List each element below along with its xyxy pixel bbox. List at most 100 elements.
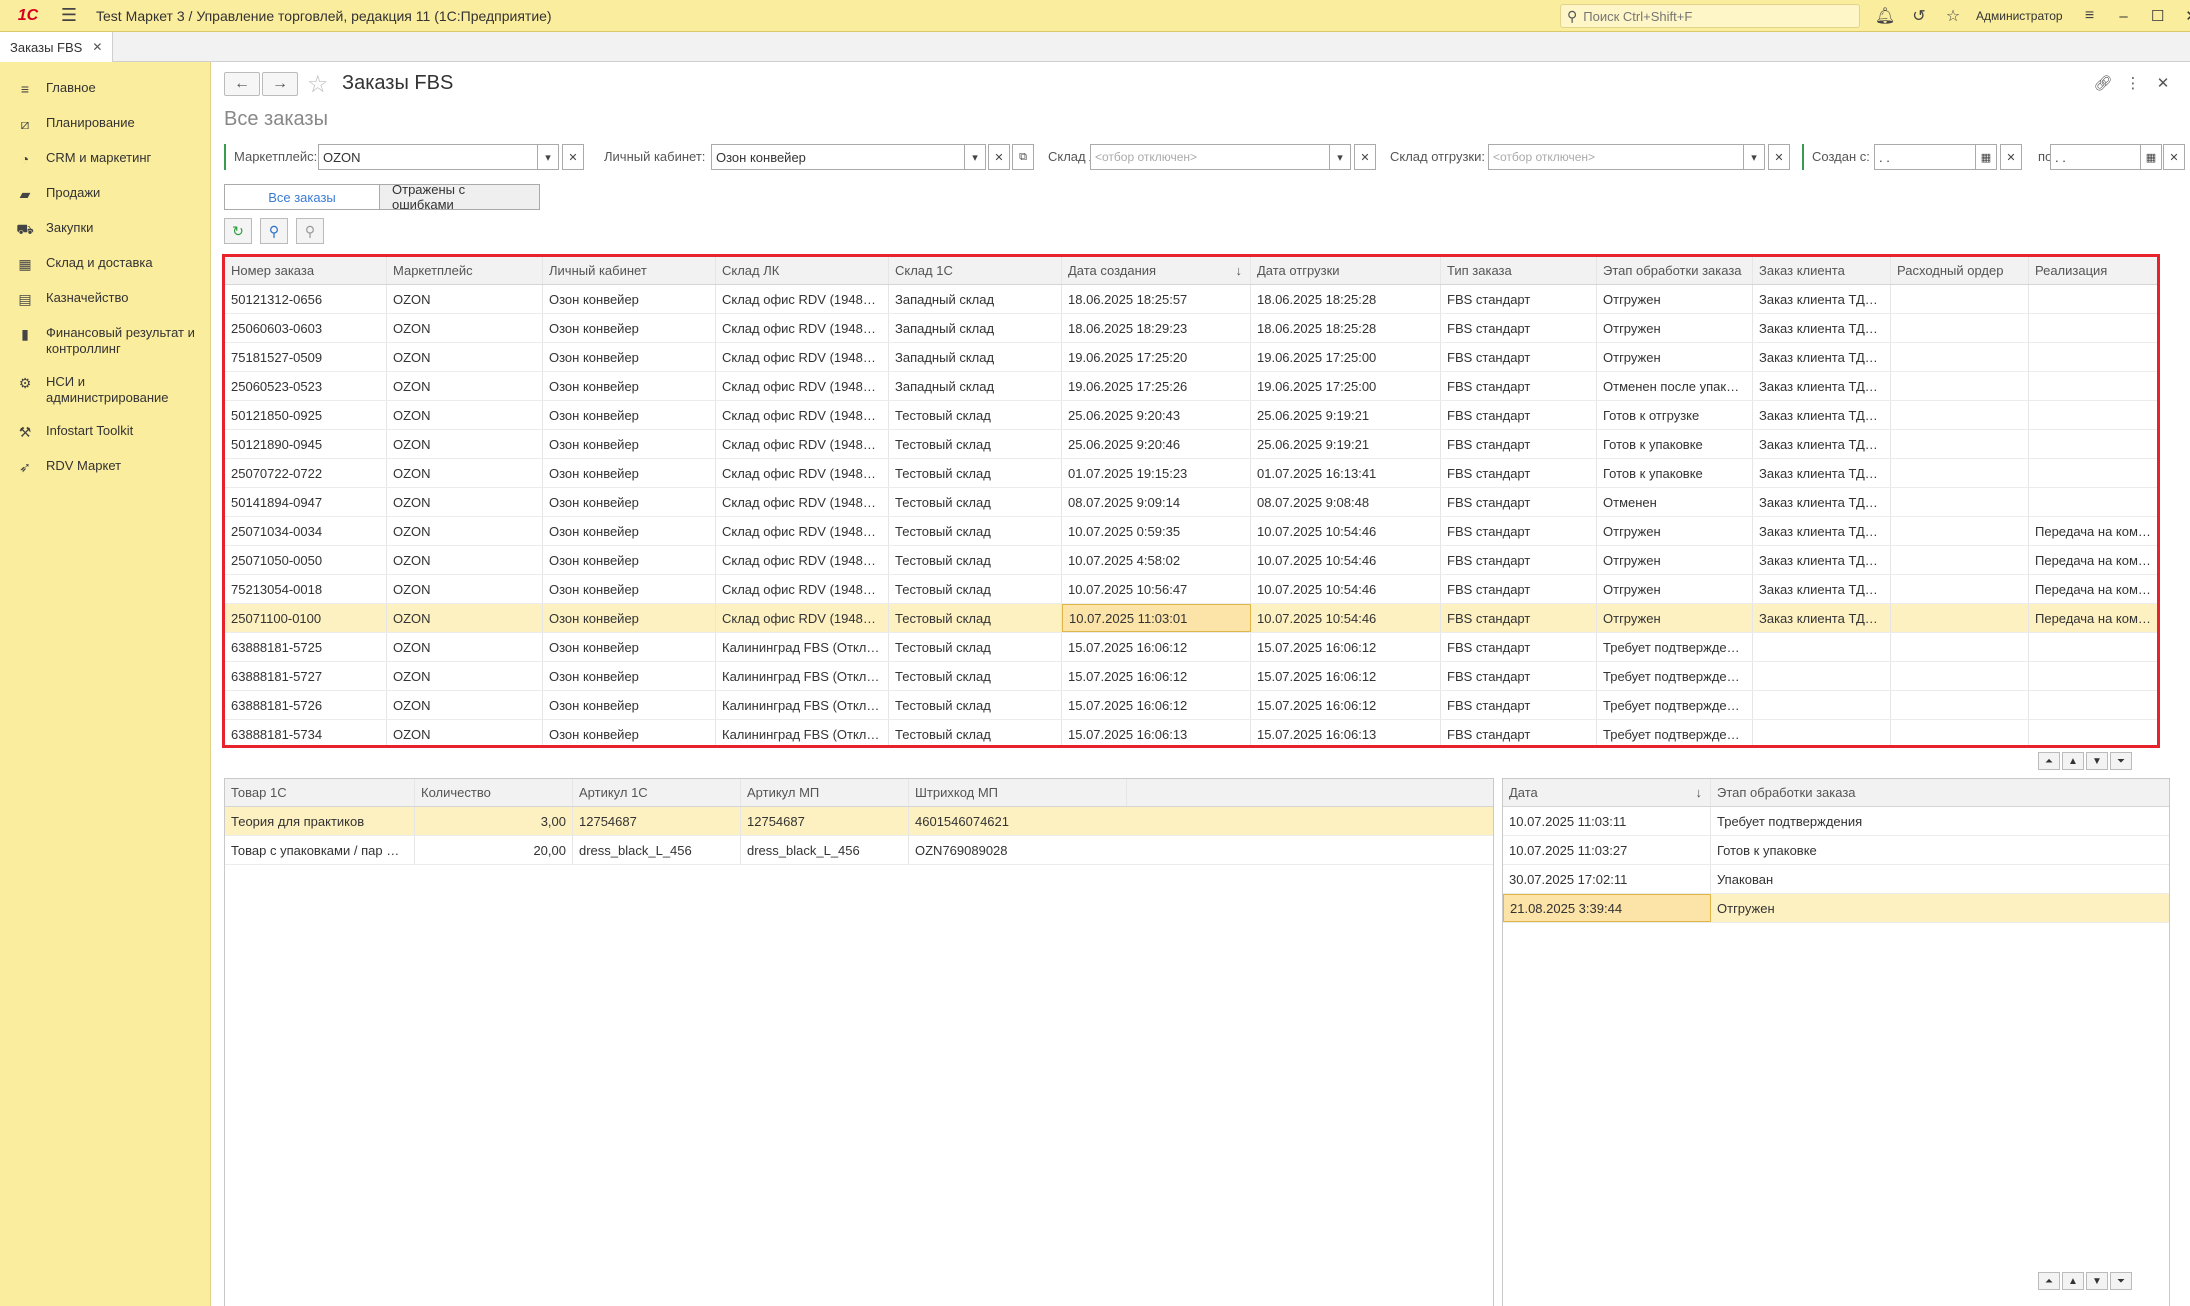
sidebar-item-purchases[interactable]: ⛟ Закупки bbox=[0, 214, 210, 244]
table-cell[interactable]: Калининград FBS (Откл… bbox=[716, 662, 889, 690]
table-cell[interactable]: OZON bbox=[387, 372, 543, 400]
marketplace-dropdown-icon[interactable]: ▾ bbox=[537, 144, 559, 170]
table-cell[interactable]: 15.07.2025 16:06:12 bbox=[1251, 691, 1441, 719]
table-row[interactable]: 25071050-0050 OZON Озон конвейер Склад офис… bbox=[225, 546, 2157, 575]
table-cell[interactable]: 18.06.2025 18:29:23 bbox=[1062, 314, 1251, 342]
close-tab-icon[interactable]: ✕ bbox=[92, 40, 102, 54]
table-cell[interactable]: OZN769089028 bbox=[909, 836, 1127, 864]
table-cell[interactable]: FBS стандарт bbox=[1441, 372, 1597, 400]
table-cell[interactable] bbox=[1753, 662, 1891, 690]
table-cell[interactable]: dress_black_L_456 bbox=[741, 836, 909, 864]
table-cell[interactable]: Упакован bbox=[1711, 865, 2169, 893]
table-cell[interactable]: Передача на ком… bbox=[2029, 517, 2157, 545]
table-row[interactable]: 75181527-0509 OZON Озон конвейер Склад офис… bbox=[225, 343, 2157, 372]
scroll-down-icon[interactable]: ▼ bbox=[2086, 752, 2108, 770]
table-cell[interactable]: OZON bbox=[387, 604, 543, 632]
table-cell[interactable]: 25071100-0100 bbox=[225, 604, 387, 632]
table-cell[interactable]: 15.07.2025 16:06:12 bbox=[1251, 662, 1441, 690]
table-row[interactable]: 10.07.2025 11:03:11 Требует подтверждения bbox=[1503, 807, 2169, 836]
tab-orders-fbs[interactable]: Заказы FBS ✕ bbox=[0, 32, 114, 62]
table-cell[interactable]: Озон конвейер bbox=[543, 691, 716, 719]
sidebar-item-crm[interactable]: ◔ CRM и маркетинг bbox=[0, 144, 210, 174]
search-button[interactable]: ⚲ bbox=[260, 218, 288, 244]
table-cell[interactable]: FBS стандарт bbox=[1441, 517, 1597, 545]
clear-search-button[interactable]: ⚲ bbox=[296, 218, 324, 244]
ship-warehouse-dropdown-icon[interactable]: ▾ bbox=[1743, 144, 1765, 170]
table-cell[interactable]: FBS стандарт bbox=[1441, 459, 1597, 487]
table-cell[interactable]: 50141894-0947 bbox=[225, 488, 387, 516]
table-row[interactable]: Теория для практиков 3,00 12754687 12754687… bbox=[225, 807, 1493, 836]
table-cell[interactable] bbox=[1891, 314, 2029, 342]
table-cell[interactable] bbox=[2029, 401, 2157, 429]
table-cell[interactable]: Склад офис RDV (1948… bbox=[716, 575, 889, 603]
table-cell[interactable] bbox=[2029, 314, 2157, 342]
table-cell[interactable]: Готов к упаковке bbox=[1597, 430, 1753, 458]
table-cell[interactable]: Озон конвейер bbox=[543, 575, 716, 603]
table-cell[interactable]: Заказ клиента ТД… bbox=[1753, 604, 1891, 632]
refresh-button[interactable]: ↻ bbox=[224, 218, 252, 244]
table-cell[interactable]: Склад офис RDV (1948… bbox=[716, 372, 889, 400]
table-cell[interactable]: 25070722-0722 bbox=[225, 459, 387, 487]
table-cell[interactable]: Озон конвейер bbox=[543, 633, 716, 661]
table-cell[interactable]: Передача на ком… bbox=[2029, 546, 2157, 574]
marketplace-clear-icon[interactable]: ✕ bbox=[562, 144, 584, 170]
table-cell[interactable]: 10.07.2025 10:54:46 bbox=[1251, 604, 1441, 632]
table-cell[interactable]: Тестовый склад bbox=[889, 459, 1062, 487]
table-row[interactable]: 25060523-0523 OZON Озон конвейер Склад офис… bbox=[225, 372, 2157, 401]
table-cell[interactable]: 25071034-0034 bbox=[225, 517, 387, 545]
table-cell[interactable]: Западный склад bbox=[889, 343, 1062, 371]
table-cell[interactable]: OZON bbox=[387, 285, 543, 313]
user-name[interactable]: Администратор bbox=[1976, 9, 2063, 23]
table-cell[interactable]: OZON bbox=[387, 459, 543, 487]
table-cell[interactable]: Отгружен bbox=[1597, 285, 1753, 313]
warehouse-lk-dropdown-icon[interactable]: ▾ bbox=[1329, 144, 1351, 170]
table-cell[interactable]: FBS стандарт bbox=[1441, 633, 1597, 661]
table-cell[interactable]: 25060523-0523 bbox=[225, 372, 387, 400]
table-cell[interactable]: 18.06.2025 18:25:57 bbox=[1062, 285, 1251, 313]
table-cell[interactable]: 50121850-0925 bbox=[225, 401, 387, 429]
table-cell[interactable]: OZON bbox=[387, 430, 543, 458]
table-cell[interactable]: Требует подтвержде… bbox=[1597, 720, 1753, 745]
table-cell[interactable]: 50121890-0945 bbox=[225, 430, 387, 458]
table-cell[interactable]: 19.06.2025 17:25:00 bbox=[1251, 372, 1441, 400]
table-cell[interactable]: Озон конвейер bbox=[543, 720, 716, 745]
sidebar-item-treasury[interactable]: ▤ Казначейство bbox=[0, 284, 210, 314]
favorites-icon[interactable]: ☆ bbox=[1936, 0, 1970, 32]
table-row[interactable]: 25060603-0603 OZON Озон конвейер Склад офис… bbox=[225, 314, 2157, 343]
table-cell[interactable] bbox=[1891, 604, 2029, 632]
table-cell[interactable]: Тестовый склад bbox=[889, 691, 1062, 719]
col-article-1c[interactable]: Артикул 1С bbox=[573, 779, 741, 806]
table-cell[interactable] bbox=[1891, 488, 2029, 516]
table-cell[interactable] bbox=[2029, 459, 2157, 487]
segment-all-orders[interactable]: Все заказы bbox=[224, 184, 380, 210]
table-cell[interactable]: Озон конвейер bbox=[543, 430, 716, 458]
table-cell[interactable]: FBS стандарт bbox=[1441, 285, 1597, 313]
table-cell[interactable]: Передача на ком… bbox=[2029, 604, 2157, 632]
table-row[interactable]: 50121850-0925 OZON Озон конвейер Склад офис… bbox=[225, 401, 2157, 430]
table-cell[interactable]: Озон конвейер bbox=[543, 343, 716, 371]
table-cell[interactable]: 25.06.2025 9:20:46 bbox=[1062, 430, 1251, 458]
table-cell[interactable]: Товар с упаковками / пар … bbox=[225, 836, 415, 864]
table-cell[interactable]: Западный склад bbox=[889, 285, 1062, 313]
cabinet-clear-icon[interactable]: ✕ bbox=[988, 144, 1010, 170]
table-cell[interactable] bbox=[1891, 691, 2029, 719]
sidebar-item-planning[interactable]: ⧄ Планирование bbox=[0, 109, 210, 139]
table-row[interactable]: 63888181-5734 OZON Озон конвейер Калинингра… bbox=[225, 720, 2157, 745]
table-cell[interactable]: 75213054-0018 bbox=[225, 575, 387, 603]
table-cell[interactable] bbox=[2029, 285, 2157, 313]
more-icon[interactable]: ⋮ bbox=[2118, 74, 2148, 92]
table-cell[interactable]: Озон конвейер bbox=[543, 285, 716, 313]
table-cell[interactable]: OZON bbox=[387, 488, 543, 516]
col-quantity[interactable]: Количество bbox=[415, 779, 573, 806]
orders-table[interactable]: Номер заказа Маркетплейс Личный кабинет … bbox=[222, 254, 2160, 748]
col-marketplace[interactable]: Маркетплейс bbox=[387, 257, 543, 284]
table-cell[interactable]: 30.07.2025 17:02:11 bbox=[1503, 865, 1711, 893]
table-row[interactable]: 63888181-5726 OZON Озон конвейер Калинингра… bbox=[225, 691, 2157, 720]
table-cell[interactable]: OZON bbox=[387, 633, 543, 661]
table-cell[interactable]: Отгружен bbox=[1597, 575, 1753, 603]
table-cell[interactable] bbox=[1891, 633, 2029, 661]
scroll-top-icon[interactable]: ⏶ bbox=[2038, 1272, 2060, 1290]
table-cell[interactable]: 25071050-0050 bbox=[225, 546, 387, 574]
created-from-clear-icon[interactable]: ✕ bbox=[2000, 144, 2022, 170]
table-cell[interactable]: FBS стандарт bbox=[1441, 401, 1597, 429]
